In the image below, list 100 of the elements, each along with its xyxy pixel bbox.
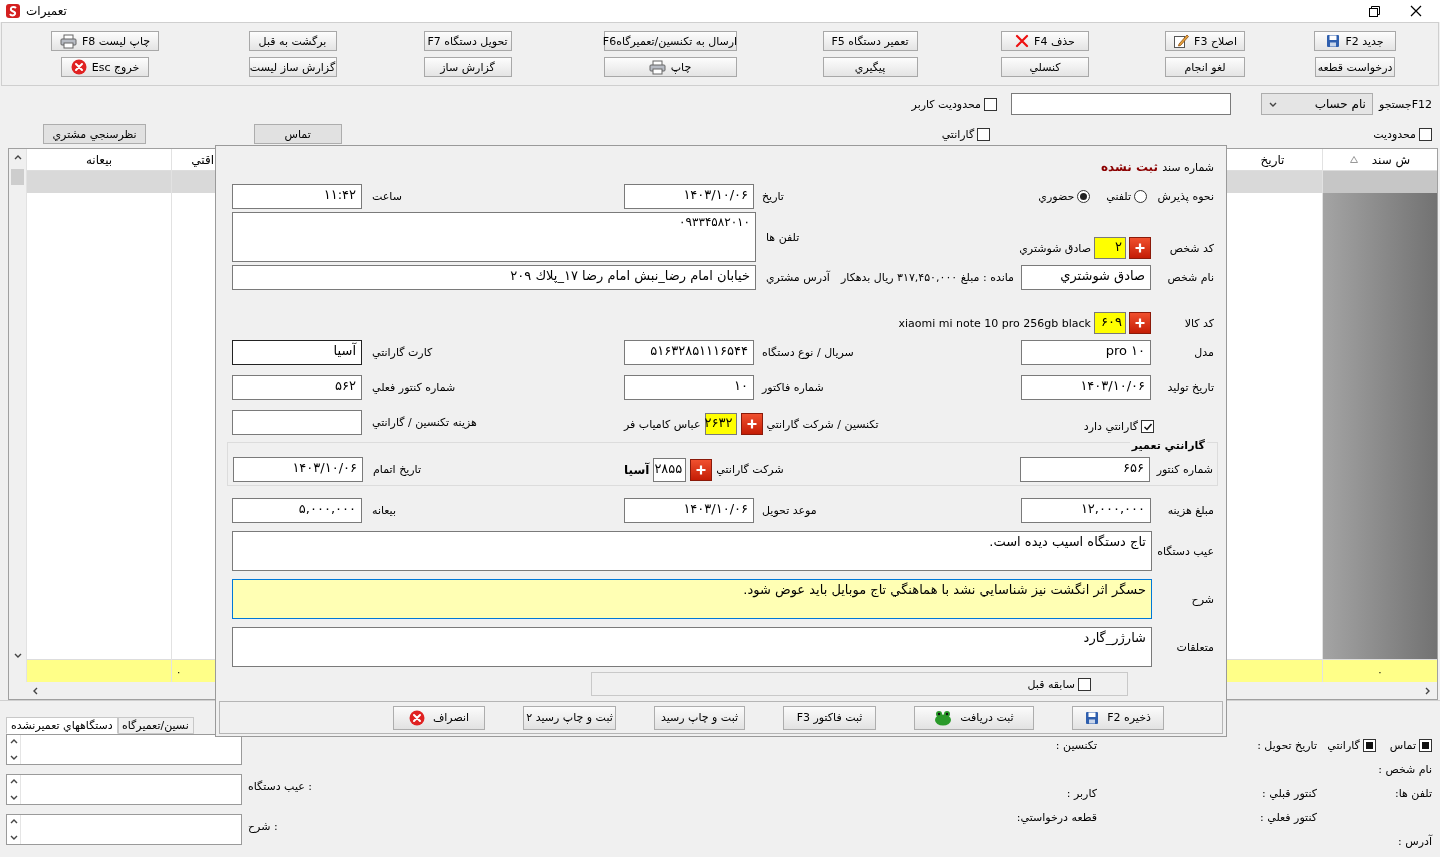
toolbar-button[interactable]: ارسال به تكنسين/تعميرگاهF6 [603, 31, 737, 51]
restore-icon[interactable] [1369, 5, 1380, 17]
field-label: هزينه تكنسين / گارانتي [372, 416, 477, 429]
field-label: نحوه پذيرش [1156, 189, 1214, 203]
field-label: شماره سند [1162, 160, 1214, 174]
radio-label: حضوري [1038, 189, 1075, 203]
text-field[interactable]: خيابان امام رضا_نبش امام رضا ۱۷_پلاك ۲۰۹ [232, 264, 756, 290]
plus-icon [746, 419, 757, 429]
toolbar-button[interactable]: تحويل دستگاه F7 [423, 31, 512, 51]
toolbar-button[interactable]: تعمير دستگاه F5 [822, 31, 918, 51]
toolbar-button[interactable]: گزارش ساز [423, 57, 512, 77]
search-field[interactable] [1010, 93, 1231, 115]
radio-button[interactable] [1077, 189, 1091, 203]
field-label: سريال / نوع دستگاه [762, 345, 854, 359]
survey-button[interactable]: نظرسنجي مشتري [43, 124, 146, 144]
info-label: تاريخ تحويل : [1256, 738, 1317, 752]
text-field[interactable]: آسيا [232, 339, 362, 365]
toolbar-button[interactable]: درخواست قطعه [1315, 57, 1395, 77]
field-label: شماره كنتور [1155, 463, 1213, 476]
toolbar-button[interactable]: اصلاح F3 [1165, 31, 1245, 51]
toolbar-button[interactable]: گزارش ساز ليست [248, 57, 337, 77]
text-field[interactable]: ۱۰ pro [1021, 339, 1151, 365]
add-button[interactable] [1129, 237, 1151, 259]
scrollbar-thumb[interactable] [11, 169, 24, 185]
text-field[interactable]: ۱۴۰۳/۱۰/۰۶ [624, 497, 754, 523]
text-area[interactable]: ۰۹۳۳۴۵۸۲۰۱۰ [232, 212, 756, 262]
scrollbar[interactable] [9, 149, 26, 682]
toolbar-button[interactable]: چاپ ليست F8 [51, 31, 159, 51]
checkbox-label: تماس [1389, 738, 1416, 752]
code-field[interactable]: ۲۸۵۵ [653, 457, 687, 482]
search-by-dropdown[interactable]: نام حساب [1260, 93, 1373, 115]
checkbox-label: سابقه قبل [1027, 677, 1075, 691]
add-button[interactable] [740, 413, 763, 435]
text-field[interactable]: ۶۵۶ [1020, 457, 1150, 482]
text-area[interactable]: حسگر اثر انگشت نيز شناسايي نشد با هماهنگي تاج موبايل بايد عوض شود. [232, 579, 1152, 619]
save-icon [1326, 34, 1341, 48]
dialog-button[interactable]: ذخيره F2 [1072, 705, 1164, 730]
field-label: تاريخ توليد [1166, 380, 1214, 394]
code-field[interactable]: ۶۰۹ [1094, 312, 1126, 334]
checkbox[interactable] [1419, 738, 1432, 752]
checkbox[interactable] [1078, 677, 1091, 691]
checkbox[interactable] [1419, 127, 1432, 141]
add-button[interactable] [1129, 312, 1151, 334]
dialog-button[interactable]: ثبت و چاپ رسيد ۲ [523, 705, 616, 730]
text-field[interactable]: ۱۱:۴۲ [232, 183, 362, 209]
field-label: مدل [1193, 345, 1214, 359]
dialog-button[interactable]: ثبت دريافت [914, 705, 1034, 730]
text-field[interactable]: ۵,۰۰۰,۰۰۰ [232, 497, 362, 523]
dialog-button[interactable]: ثبت و چاپ رسيد [654, 705, 745, 730]
checkbox[interactable] [977, 127, 991, 141]
field-label: شرح : [248, 820, 278, 833]
checkbox[interactable] [1362, 738, 1376, 752]
text-field[interactable]: ۵۱۶۳۲۸۵۱۱۱۶۵۴۴ [624, 339, 754, 365]
toolbar-button[interactable]: خروج Esc [61, 57, 149, 77]
logo-icon [6, 4, 20, 18]
field-label: تكنسين / شركت گارانتي [766, 417, 879, 431]
checkbox[interactable] [983, 97, 997, 111]
close-icon [70, 59, 87, 75]
field-label: شماره فاكتور [762, 380, 824, 394]
contact-button[interactable]: تماس [253, 124, 342, 144]
text-field[interactable]: ۱۴۰۳/۱۰/۰۶ [624, 183, 754, 209]
code-field[interactable]: ۲ [1094, 237, 1126, 259]
window-title: تعميرات [26, 4, 67, 18]
toolbar-button[interactable]: جديد F2 [1314, 31, 1396, 51]
text-field[interactable]: ۵۶۲ [232, 374, 362, 400]
tab[interactable]: نسين/تعميرگاه [117, 717, 194, 734]
radio-label: تلفني [1106, 189, 1131, 203]
text-field[interactable]: ۱۰ [624, 374, 754, 400]
field-label: شركت گارانتي [716, 463, 784, 476]
text-area[interactable]: شارژر_گارد [232, 627, 1152, 667]
toolbar-button[interactable]: پيگيري [822, 57, 918, 77]
field-label: آدرس مشتري [766, 270, 830, 284]
toolbar-button[interactable]: برگشت به قبل [248, 31, 337, 51]
text-field[interactable]: ۱۴۰۳/۱۰/۰۶ [233, 457, 363, 482]
code-field[interactable]: ۲۶۳۲ [704, 413, 737, 435]
add-button[interactable] [690, 458, 713, 481]
text-area[interactable]: تاج دستگاه اسيب ديده است. [232, 531, 1152, 571]
tab[interactable]: دستگاههاي تعميرنشده [6, 717, 118, 734]
text-field[interactable]: صادق شوشتري [1021, 264, 1151, 290]
plus-icon [696, 464, 707, 475]
name-text: آسيا [624, 462, 650, 477]
checkbox[interactable] [1141, 420, 1154, 433]
total-cell: ۰ [172, 659, 216, 682]
dialog-button[interactable]: انصراف [393, 705, 485, 730]
text-field[interactable]: ۱۲,۰۰۰,۰۰۰ [1021, 497, 1151, 523]
toolbar-button[interactable]: كنسلي [1001, 57, 1089, 77]
frog-icon [934, 709, 953, 726]
name-text: صادق شوشتري [1019, 241, 1091, 255]
toolbar-button[interactable]: حذف F4 [1001, 31, 1089, 51]
field-label: تاريخ اتمام [373, 463, 422, 476]
checkbox-label: گارانتي [941, 127, 975, 141]
dialog-button[interactable]: ثبت فاكتور F3 [783, 705, 876, 730]
field-label: تاريخ [762, 189, 784, 203]
close-icon[interactable] [1410, 5, 1422, 17]
toolbar-button[interactable]: چاپ [603, 57, 737, 77]
radio-button[interactable] [1134, 189, 1147, 203]
text-field[interactable] [232, 410, 362, 435]
info-label: تكنسين : [1054, 738, 1098, 752]
text-field[interactable]: ۱۴۰۳/۱۰/۰۶ [1021, 374, 1151, 400]
toolbar-button[interactable]: لغو انجام [1165, 57, 1245, 77]
